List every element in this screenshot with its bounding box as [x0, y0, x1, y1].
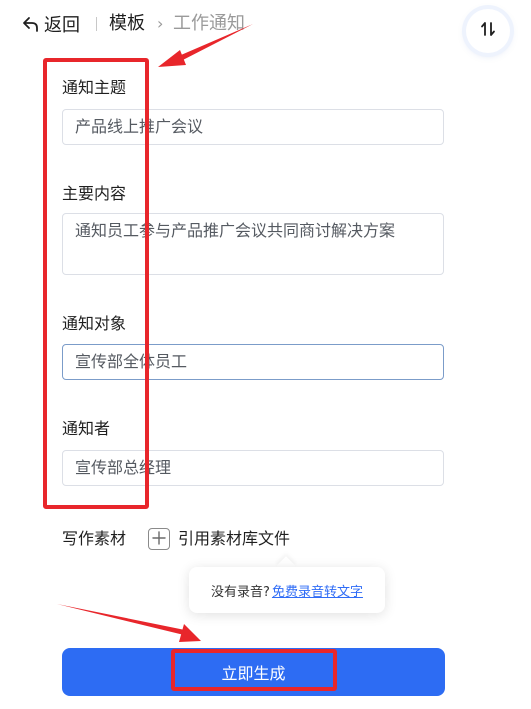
page: 返回 模板 › 工作通知 通知主题 产品线上推广会议 主要内容 通知员工参与产品… — [0, 0, 531, 709]
header: 返回 模板 › 工作通知 — [0, 0, 531, 53]
annotation-arrow-bottom-shaft — [57, 604, 185, 635]
back-button[interactable]: 返回 — [22, 11, 80, 37]
breadcrumb-separator: › — [157, 14, 164, 33]
breadcrumb-template[interactable]: 模板 — [109, 11, 145, 37]
topic-input[interactable]: 产品线上推广会议 — [62, 109, 444, 145]
material-label: 写作素材 — [62, 529, 127, 548]
topic-label: 通知主题 — [62, 78, 127, 97]
back-arrow-icon — [22, 15, 40, 33]
plus-icon — [152, 530, 166, 549]
breadcrumb-current: 工作通知 — [173, 13, 245, 34]
annotation-arrow-bottom-head — [179, 624, 201, 642]
back-label: 返回 — [44, 15, 80, 36]
speech-to-text-link[interactable]: 免费录音转文字 — [272, 581, 363, 600]
sender-label: 通知者 — [62, 419, 111, 438]
annotation-arrow-top-head — [158, 50, 186, 67]
content-label: 主要内容 — [62, 184, 127, 203]
recording-tooltip: 没有录音? 免费录音转文字 — [189, 567, 385, 613]
content-textarea[interactable]: 通知员工参与产品推广会议共同商讨解决方案 — [62, 213, 444, 275]
audience-input[interactable]: 宣传部全体员工 — [62, 344, 444, 380]
audience-label: 通知对象 — [62, 314, 127, 333]
header-divider — [96, 17, 97, 31]
reference-library-link[interactable]: 引用素材库文件 — [178, 528, 290, 550]
sort-toggle-icon — [479, 20, 497, 42]
add-material-button[interactable] — [148, 528, 170, 550]
generate-button[interactable]: 立即生成 — [62, 648, 445, 696]
sender-input[interactable]: 宣传部总经理 — [62, 450, 444, 486]
sort-toggle-button[interactable] — [466, 9, 510, 53]
tooltip-text: 没有录音? — [211, 584, 270, 600]
